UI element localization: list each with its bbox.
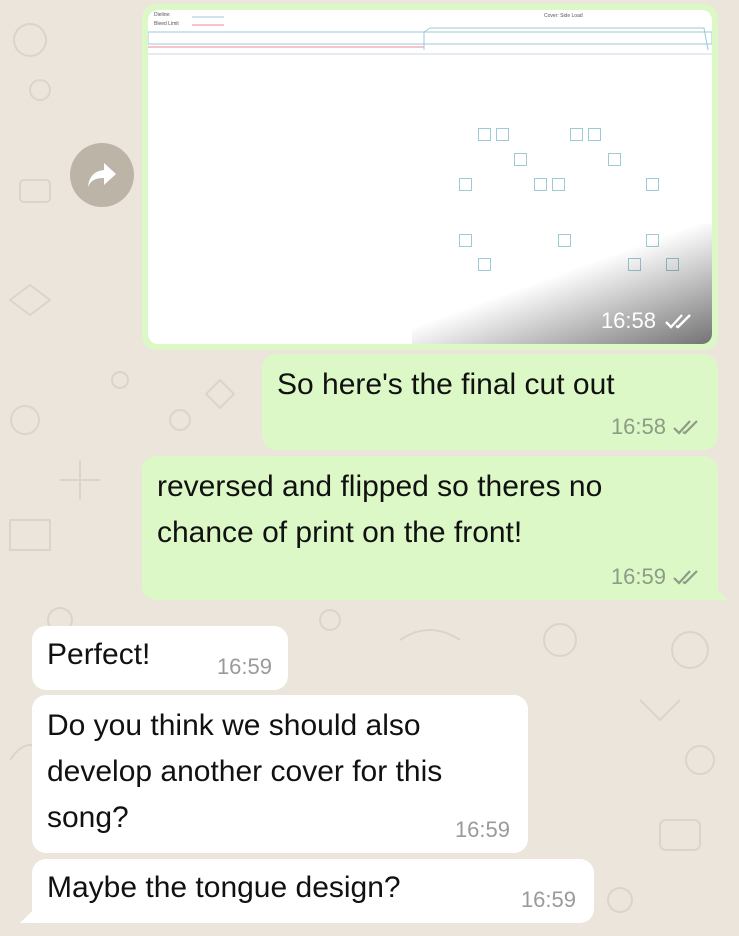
image-meta: 16:58 [601,308,694,334]
message-bubble[interactable]: reversed and flipped so theres no chance… [142,456,718,600]
message-time: 16:58 [610,414,666,439]
forward-icon [88,163,116,187]
message-text: Do you think we should also develop anot… [47,709,443,834]
bubble-tail [20,909,34,923]
double-check-icon [673,420,698,435]
message-time: 16:59 [610,564,666,589]
cut-square [459,178,472,191]
cut-square [570,128,583,141]
message-meta: 16:59 [455,817,510,843]
message-meta: 16:59 [611,564,700,590]
bubble-tail [714,586,728,600]
message-bubble[interactable]: So here's the final cut out 16:58 [262,354,718,450]
message-meta: 16:59 [521,887,576,913]
cut-square [534,178,547,191]
message-time: 16:58 [600,308,656,333]
message-time: 16:59 [216,654,272,679]
forward-button[interactable] [70,143,134,207]
message-text: So here's the final cut out [277,368,615,401]
message-meta: 16:59 [217,654,272,680]
message-meta: 16:58 [611,414,700,440]
cut-square [646,178,659,191]
cut-square [478,128,491,141]
message-bubble[interactable]: Perfect! 16:59 [32,626,288,690]
message-text: Maybe the tongue design? [47,871,401,904]
message-time: 16:59 [520,887,576,912]
cut-square [608,153,621,166]
double-check-icon [665,314,691,329]
message-text: Perfect! [47,638,151,671]
message-text: reversed and flipped so theres no chance… [157,470,603,549]
image-thumbnail[interactable]: Dieline: Bleed Limit Cover: Side Load 16… [148,10,712,344]
cut-square [588,128,601,141]
cut-square [496,128,509,141]
image-message[interactable]: Dieline: Bleed Limit Cover: Side Load 16… [142,4,718,350]
double-check-icon [673,570,698,585]
cut-square [514,153,527,166]
message-bubble[interactable]: Do you think we should also develop anot… [32,695,528,853]
message-bubble[interactable]: Maybe the tongue design? 16:59 [32,859,594,923]
cut-square [552,178,565,191]
message-time: 16:59 [454,817,510,842]
